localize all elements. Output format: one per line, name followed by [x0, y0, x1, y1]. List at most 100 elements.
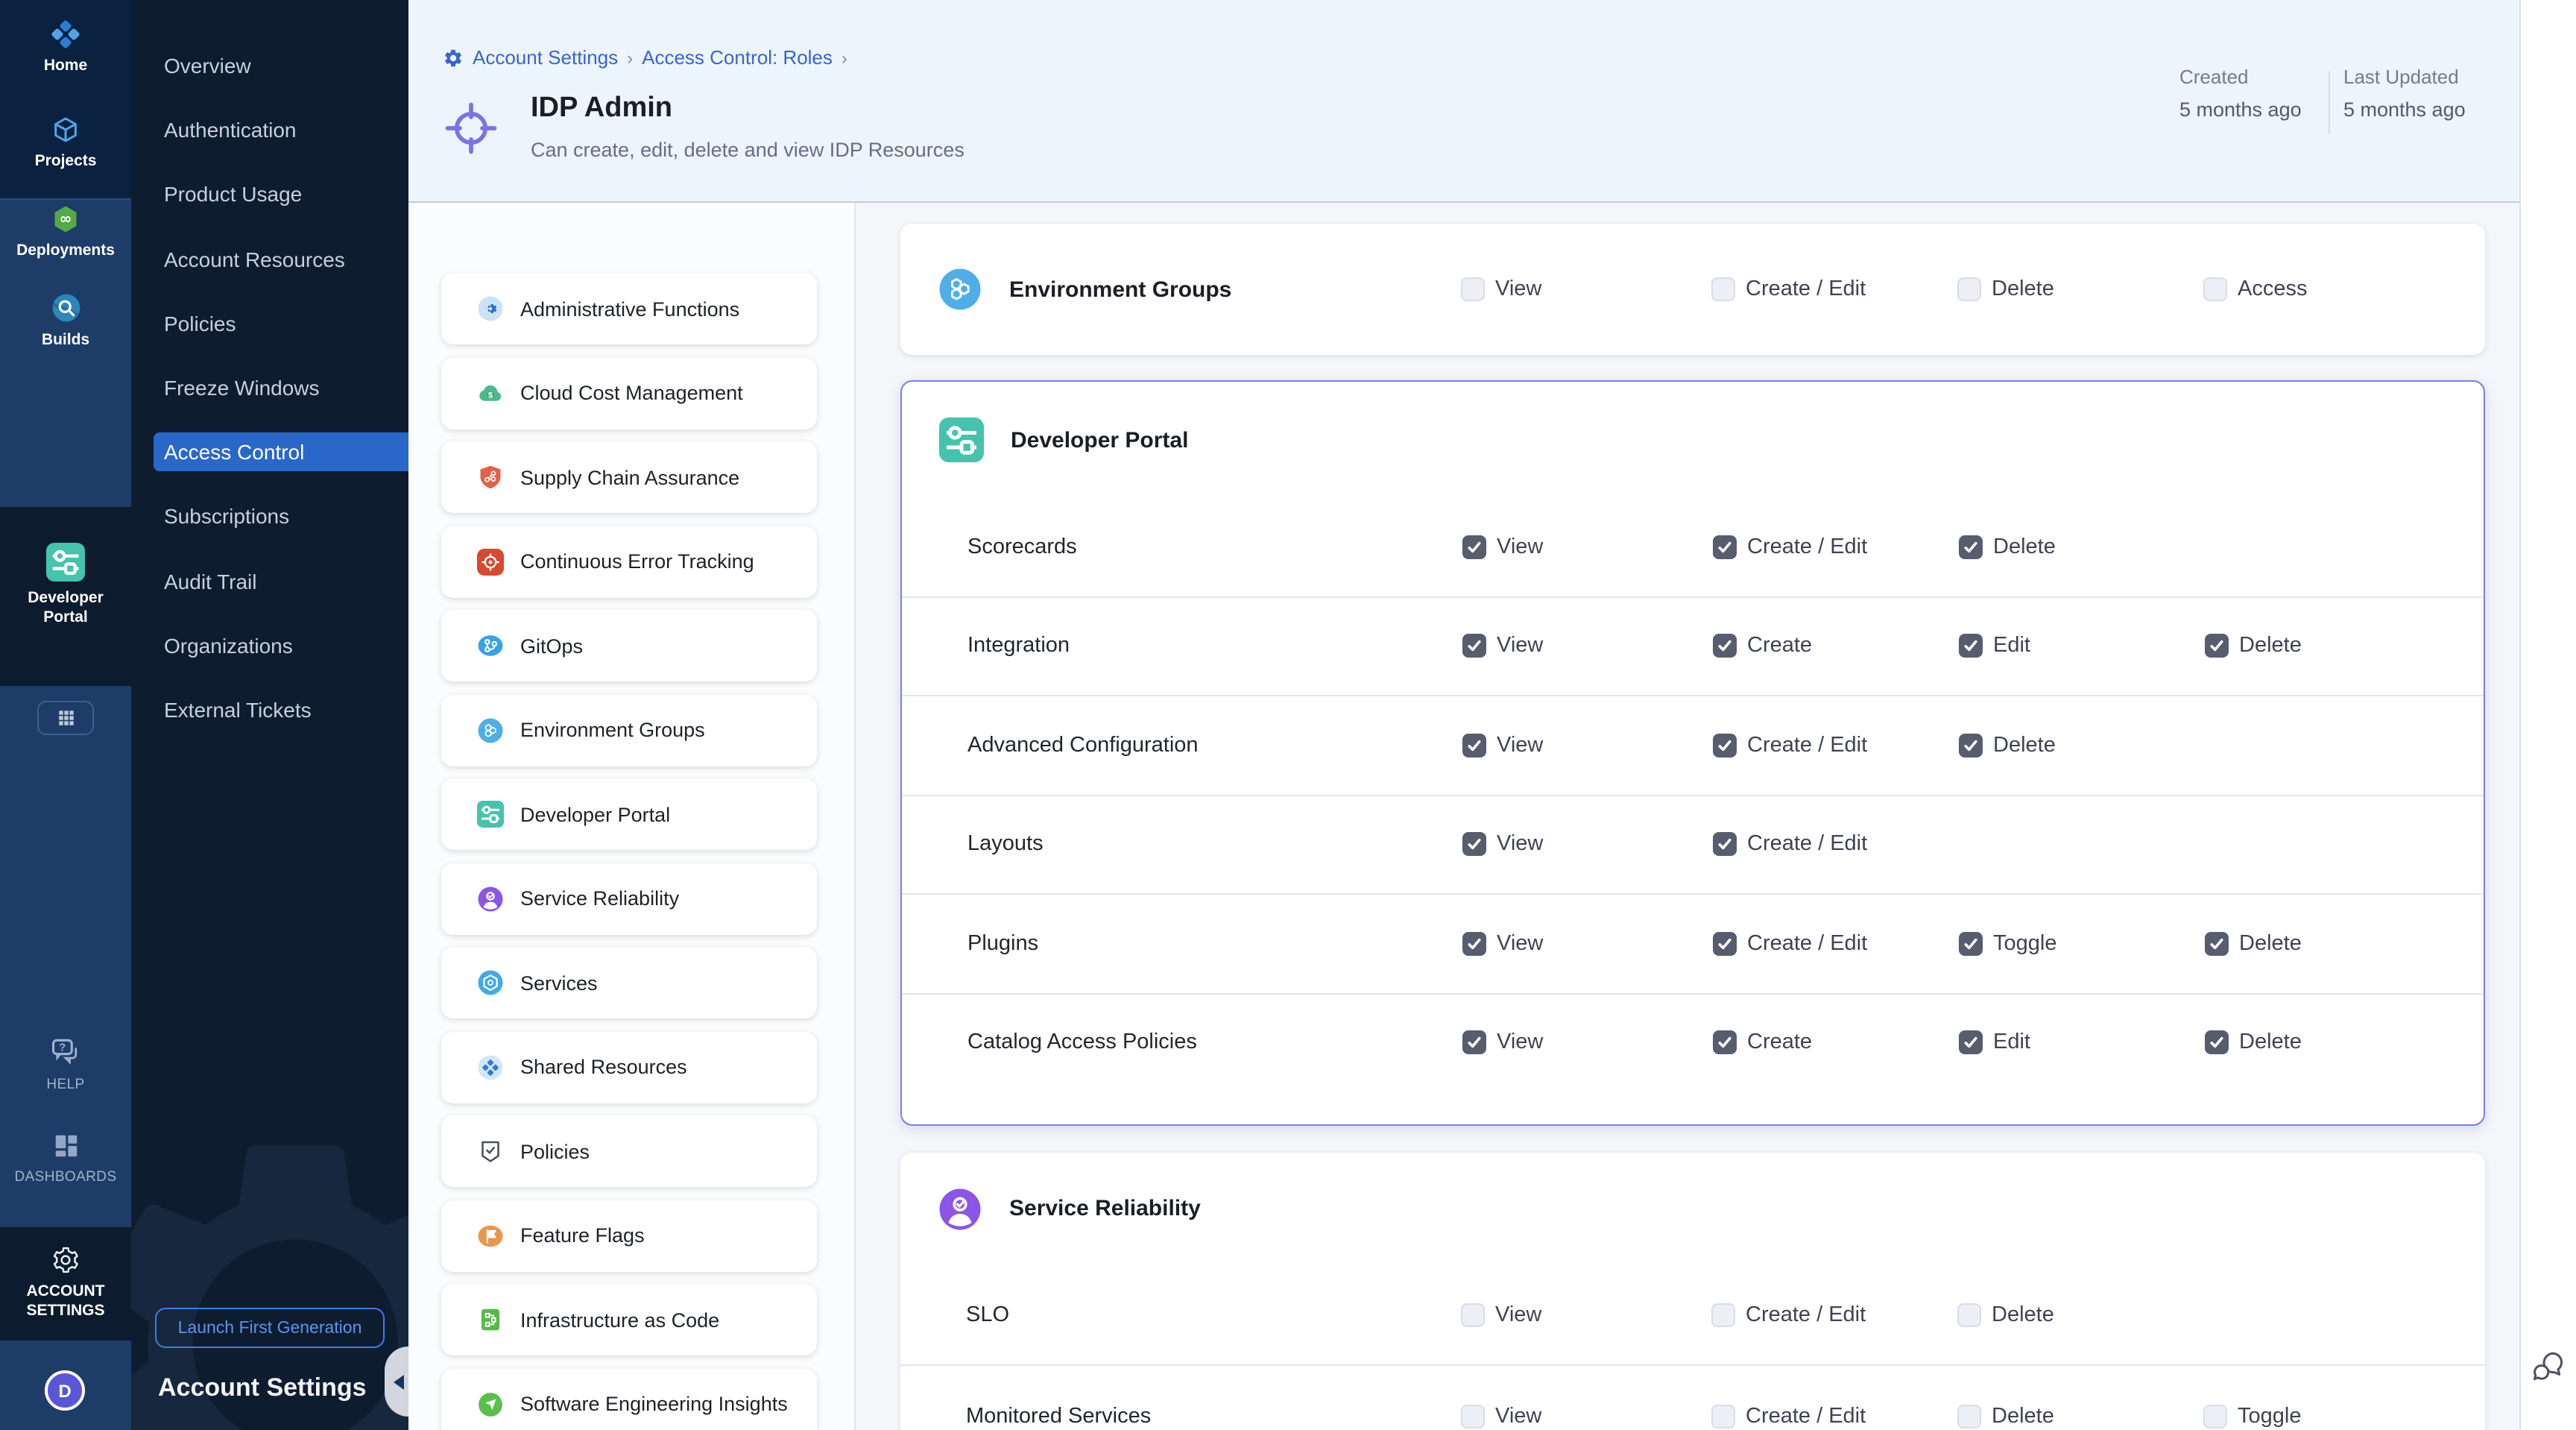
checkbox-delete[interactable]: [1957, 1303, 1981, 1326]
resource-card-label: Administrative Functions: [520, 297, 739, 320]
breadcrumb-access-control-roles[interactable]: Access Control: Roles: [642, 46, 833, 69]
checkbox-create[interactable]: [1713, 1031, 1737, 1055]
sidebar-item-audit-trail[interactable]: Audit Trail: [131, 561, 408, 600]
sidebar-item-account-resources[interactable]: Account Resources: [131, 239, 408, 278]
sidebar-item-external-tickets[interactable]: External Tickets: [131, 690, 408, 729]
launch-first-generation-button[interactable]: Launch First Generation: [155, 1308, 385, 1348]
nav-dashboards-label: DASHBOARDS: [0, 1168, 131, 1187]
page-header: Account Settings › Access Control: Roles…: [408, 0, 2519, 203]
checkbox-view[interactable]: [1461, 1404, 1485, 1428]
app-window: Home Projects ∞ Deployments Builds Devel…: [0, 0, 2576, 1430]
checkbox-create[interactable]: [1713, 634, 1737, 658]
resource-card-administrative-functions[interactable]: Administrative Functions: [441, 273, 817, 344]
checkbox-create-edit[interactable]: [1713, 833, 1737, 857]
checkbox-access[interactable]: [2203, 277, 2227, 301]
resource-card-gitops[interactable]: GitOps: [441, 610, 817, 681]
checkbox-create-edit[interactable]: [1711, 1404, 1735, 1428]
checkbox-view[interactable]: [1462, 634, 1486, 658]
resource-card-feature-flags[interactable]: Feature Flags: [441, 1200, 817, 1271]
nav-developer-portal[interactable]: Developer Portal: [0, 543, 131, 628]
sidebar-item-authentication[interactable]: Authentication: [131, 110, 408, 149]
created-label: Created: [2179, 66, 2302, 88]
checkbox-edit[interactable]: [1959, 634, 1983, 658]
resource-card-shared-resources[interactable]: Shared Resources: [441, 1031, 817, 1103]
checkbox-delete[interactable]: [1959, 535, 1983, 559]
checkbox-delete[interactable]: [2205, 932, 2229, 956]
checkbox-create-edit[interactable]: [1711, 1303, 1735, 1326]
module-picker-button[interactable]: [37, 701, 94, 735]
permission-section-developer-portal: Developer PortalScorecardsViewCreate / E…: [900, 380, 2485, 1126]
developer-portal-icon: [46, 543, 85, 582]
chevron-left-icon: [394, 1374, 404, 1389]
checkbox-toggle[interactable]: [2203, 1404, 2227, 1428]
updated-value: 5 months ago: [2343, 98, 2466, 121]
checkbox-label: Edit: [1993, 1031, 2030, 1055]
resource-card-label: Supply Chain Assurance: [520, 466, 739, 488]
checkbox-label: Delete: [2239, 1031, 2302, 1055]
checkbox-view[interactable]: [1461, 1303, 1485, 1326]
checkbox-delete[interactable]: [1957, 1404, 1981, 1428]
feedback-chat-icon[interactable]: [2531, 1348, 2567, 1384]
nav-help[interactable]: ? HELP: [0, 1035, 131, 1094]
checkbox-create-edit[interactable]: [1713, 734, 1737, 757]
nav-account-settings[interactable]: ACCOUNT SETTINGS: [0, 1245, 131, 1321]
checkbox-create-edit[interactable]: [1713, 535, 1737, 559]
checkbox-label: Create / Edit: [1746, 1404, 1866, 1428]
resource-card-policies[interactable]: Policies: [441, 1115, 817, 1187]
sidebar-item-policies[interactable]: Policies: [131, 304, 408, 343]
checkbox-view[interactable]: [1462, 833, 1486, 857]
nav-builds[interactable]: Builds: [0, 292, 131, 350]
resource-card-service-reliability[interactable]: Service Reliability: [441, 863, 817, 934]
envgroups-icon: [477, 716, 504, 743]
checkbox-label: View: [1495, 277, 1541, 301]
deployments-icon: ∞: [51, 204, 80, 234]
page-title: IDP Admin: [531, 92, 672, 125]
section-title: Service Reliability: [1009, 1196, 1201, 1221]
checkbox-edit[interactable]: [1959, 1031, 1983, 1055]
sidebar-item-freeze-windows[interactable]: Freeze Windows: [131, 368, 408, 407]
services-icon: [477, 969, 504, 996]
sidebar-item-product-usage[interactable]: Product Usage: [131, 175, 408, 214]
checkbox-delete[interactable]: [1957, 277, 1981, 301]
resource-card-supply-chain-assurance[interactable]: Supply Chain Assurance: [441, 441, 817, 513]
checkbox-delete[interactable]: [2205, 634, 2229, 658]
checkbox-view[interactable]: [1462, 734, 1486, 757]
checkbox-create-edit[interactable]: [1711, 277, 1735, 301]
permission-row-label: Layouts: [967, 833, 1044, 857]
resource-card-infrastructure-as-code[interactable]: Infrastructure as Code: [441, 1284, 817, 1355]
resource-card-software-engineering-insights[interactable]: Software Engineering Insights: [441, 1368, 817, 1430]
checkbox-delete[interactable]: [1959, 734, 1983, 757]
rail-separator: [0, 198, 131, 200]
nav-home[interactable]: Home: [0, 19, 131, 76]
sidebar-item-access-control[interactable]: Access Control: [154, 432, 408, 471]
checkbox-create-edit[interactable]: [1713, 932, 1737, 956]
nav-dashboards[interactable]: DASHBOARDS: [0, 1132, 131, 1187]
checkbox-view[interactable]: [1462, 535, 1486, 559]
permission-row-catalog-access-policies: Catalog Access PoliciesViewCreateEditDel…: [902, 992, 2484, 1092]
sidebar-item-overview[interactable]: Overview: [131, 46, 408, 85]
nav-deployments[interactable]: ∞ Deployments: [0, 204, 131, 261]
resource-card-cloud-cost-management[interactable]: $Cloud Cost Management: [441, 357, 817, 429]
resource-card-label: Feature Flags: [520, 1224, 645, 1247]
checkbox-view[interactable]: [1462, 1031, 1486, 1055]
nav-projects-label: Projects: [0, 152, 131, 171]
sidebar-item-subscriptions[interactable]: Subscriptions: [131, 497, 408, 536]
checkbox-view[interactable]: [1461, 277, 1485, 301]
permission-section-environment-groups: Environment GroupsViewCreate / EditDelet…: [900, 224, 2485, 355]
resource-card-environment-groups[interactable]: Environment Groups: [441, 694, 817, 766]
breadcrumb-account-settings[interactable]: Account Settings: [473, 46, 618, 69]
nav-projects[interactable]: Projects: [0, 115, 131, 171]
sidebar-collapse-button[interactable]: [385, 1346, 408, 1417]
user-avatar[interactable]: D: [45, 1370, 85, 1411]
checkbox-delete[interactable]: [2205, 1031, 2229, 1055]
resource-card-label: Infrastructure as Code: [520, 1308, 719, 1331]
resource-group-list: Administrative Functions $Cloud Cost Mana…: [408, 203, 856, 1430]
resource-card-developer-portal[interactable]: Developer Portal: [441, 778, 817, 850]
created-meta: Created 5 months ago: [2179, 66, 2302, 121]
checkbox-toggle[interactable]: [1959, 932, 1983, 956]
resource-card-continuous-error-tracking[interactable]: Continuous Error Tracking: [441, 526, 817, 597]
ff-icon: [477, 1222, 504, 1249]
checkbox-view[interactable]: [1462, 932, 1486, 956]
resource-card-services[interactable]: Services: [441, 947, 817, 1018]
sidebar-item-organizations[interactable]: Organizations: [131, 626, 408, 665]
